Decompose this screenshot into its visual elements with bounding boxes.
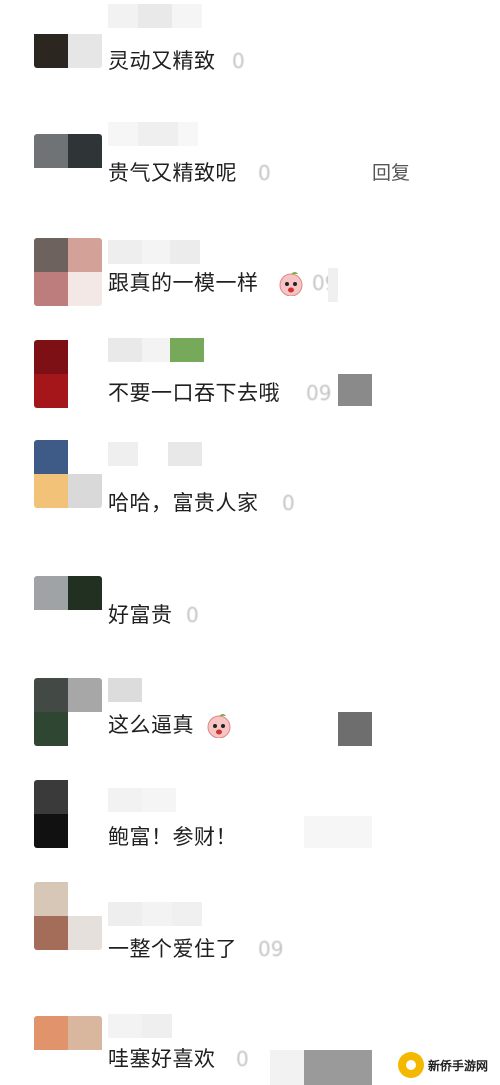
comment-time: 09 <box>258 937 284 961</box>
username <box>108 338 208 362</box>
username <box>108 122 208 146</box>
comment-text: 好富贵 <box>108 603 173 627</box>
comment-time: 0 <box>258 161 271 185</box>
blurred-block <box>304 1050 372 1085</box>
comment-text: 不要一口吞下去哦 <box>108 381 280 405</box>
avatar[interactable] <box>34 882 102 950</box>
avatar[interactable] <box>34 576 102 644</box>
reply-button[interactable]: 回复 <box>372 158 410 188</box>
avatar[interactable] <box>34 134 102 202</box>
username <box>108 678 208 702</box>
username <box>108 4 208 28</box>
comment-text: 哈哈，富贵人家 <box>108 491 259 515</box>
avatar[interactable] <box>34 1016 102 1084</box>
username <box>108 442 208 466</box>
avatar[interactable] <box>34 440 102 508</box>
avatar[interactable] <box>34 238 102 306</box>
comment-time: 09 <box>306 381 332 405</box>
blurred-block <box>338 712 372 746</box>
watermark-text: 新侨手游网 <box>428 1058 489 1073</box>
username <box>108 902 208 926</box>
comment-text: 这么逼真 <box>108 713 194 737</box>
avatar[interactable] <box>34 780 102 848</box>
avatar[interactable] <box>34 0 102 68</box>
username <box>108 788 208 812</box>
avatar[interactable] <box>34 340 102 408</box>
blurred-block <box>304 816 372 848</box>
comment-text: 灵动又精致 <box>108 49 216 73</box>
blurred-block <box>338 374 372 406</box>
peach-face-emoji-icon <box>207 714 231 738</box>
blurred-block <box>270 1050 304 1085</box>
avatar[interactable] <box>34 678 102 746</box>
comment-text: 鲍富！参财！ <box>108 825 237 849</box>
logo-icon <box>398 1052 424 1078</box>
comment-text: 贵气又精致呢 <box>108 161 237 185</box>
username <box>108 240 208 264</box>
comment-time: 0 <box>282 491 295 515</box>
comment-time: 0 <box>232 49 245 73</box>
comment-text: 跟真的一模一样 <box>108 271 259 295</box>
comment-time: 0 <box>236 1047 249 1071</box>
comment-time: 0 <box>186 603 199 627</box>
watermark: 新侨手游网 <box>398 1050 500 1080</box>
blurred-block <box>328 268 338 302</box>
comment-text: 一整个爱住了 <box>108 937 237 961</box>
username <box>108 1014 208 1038</box>
comment-text: 哇塞好喜欢 <box>108 1047 216 1071</box>
peach-face-emoji-icon <box>279 272 303 296</box>
